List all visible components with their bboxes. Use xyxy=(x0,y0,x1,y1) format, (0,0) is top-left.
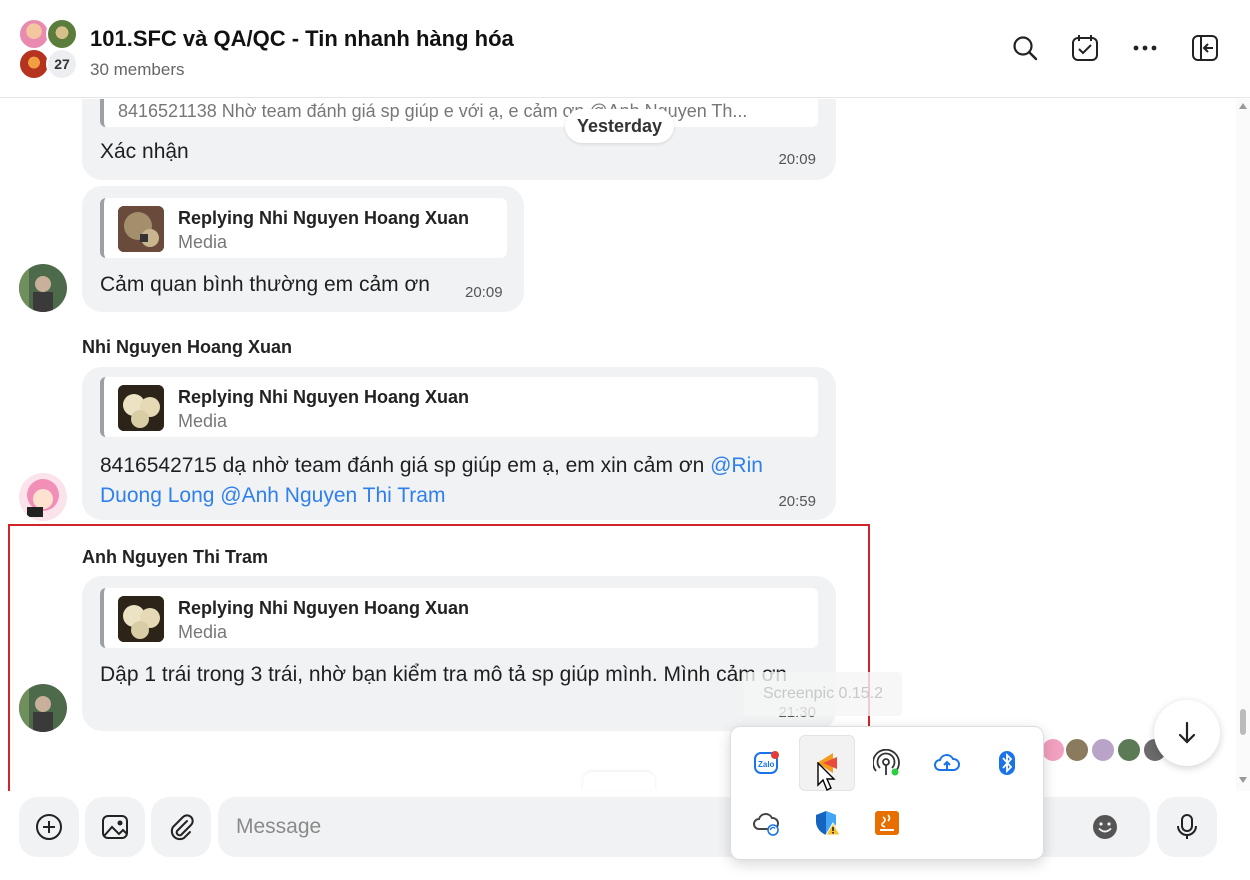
arrow-down-icon xyxy=(1178,721,1196,744)
more-button[interactable] xyxy=(1127,30,1163,66)
seen-avatar xyxy=(1116,737,1142,763)
add-icon xyxy=(36,814,62,840)
reply-quote[interactable]: Replying Nhi Nguyen Hoang Xuan Media xyxy=(100,198,507,258)
app-window: 27 101.SFC và QA/QC - Tin nhanh hàng hóa… xyxy=(0,0,1250,880)
tray-item-onedrive[interactable] xyxy=(739,795,795,851)
toggle-panel-button[interactable] xyxy=(1187,30,1223,66)
scroll-up-arrow[interactable] xyxy=(1239,103,1247,109)
onedrive-sync-icon xyxy=(753,813,779,836)
add-button[interactable] xyxy=(19,797,79,857)
reply-quote[interactable]: Replying Nhi Nguyen Hoang Xuan Media xyxy=(100,377,818,437)
image-button[interactable] xyxy=(85,797,145,857)
voice-button[interactable] xyxy=(1157,797,1217,857)
search-icon xyxy=(1013,36,1038,61)
sender-name[interactable]: Nhi Nguyen Hoang Xuan xyxy=(82,337,292,358)
svg-text:Zalo: Zalo xyxy=(758,760,775,769)
tray-tooltip: Screenpic 0.15.2 xyxy=(744,672,902,716)
search-button[interactable] xyxy=(1007,30,1043,66)
message-time: 20:09 xyxy=(778,151,816,168)
microphone-icon xyxy=(1177,814,1197,839)
emoji-button[interactable] xyxy=(1091,813,1119,841)
scroll-down-arrow[interactable] xyxy=(1239,777,1247,783)
message-text: Dập 1 trái trong 3 trái, nhờ bạn kiểm tr… xyxy=(100,663,788,686)
media-thumbnail xyxy=(118,385,164,431)
system-tray-overflow: Zalo xyxy=(730,726,1044,860)
tray-item-cloud[interactable] xyxy=(919,735,975,791)
quote-subtitle: Media xyxy=(178,232,228,252)
media-thumbnail xyxy=(118,596,164,642)
quote-title: Replying Nhi Nguyen Hoang Xuan xyxy=(178,208,470,228)
java-icon xyxy=(875,811,899,835)
task-icon xyxy=(1072,35,1098,61)
panel-toggle-icon xyxy=(1192,35,1218,61)
bluetooth-icon xyxy=(999,751,1015,775)
composer xyxy=(0,791,1250,880)
chat-title[interactable]: 101.SFC và QA/QC - Tin nhanh hàng hóa xyxy=(90,26,514,52)
reply-quote[interactable]: Replying Nhi Nguyen Hoang Xuan Media xyxy=(100,588,818,648)
member-avatar xyxy=(46,18,78,50)
avatar[interactable] xyxy=(19,473,67,521)
quote-subtitle: Media xyxy=(178,622,228,642)
avatar[interactable] xyxy=(19,684,67,732)
avatar[interactable] xyxy=(19,264,67,312)
message-bubble[interactable]: Replying Nhi Nguyen Hoang Xuan Media Dập… xyxy=(82,576,836,731)
member-count[interactable]: 30 members xyxy=(90,60,184,80)
message-text: 8416542715 dạ nhờ team đánh giá sp giúp … xyxy=(100,451,810,511)
new-message-chip[interactable] xyxy=(583,772,655,790)
attach-button[interactable] xyxy=(151,797,211,857)
quote-title: Replying Nhi Nguyen Hoang Xuan xyxy=(178,387,470,407)
quote-subtitle: Media xyxy=(178,411,228,431)
attach-icon xyxy=(170,814,194,841)
scrollbar[interactable] xyxy=(1236,99,1250,791)
member-count-badge: 27 xyxy=(46,48,78,80)
image-icon xyxy=(102,815,128,839)
message-bubble[interactable]: Replying Nhi Nguyen Hoang Xuan Media 841… xyxy=(82,367,836,520)
mouse-cursor xyxy=(817,761,837,797)
tray-item-security[interactable] xyxy=(799,795,855,851)
security-warning-icon xyxy=(816,811,841,836)
cloud-icon xyxy=(934,754,960,771)
sender-name[interactable]: Anh Nguyen Thi Tram xyxy=(82,547,268,568)
message-bubble[interactable]: 8416521138 Nhờ team đánh giá sp giúp e v… xyxy=(82,99,836,180)
scroll-to-bottom-button[interactable] xyxy=(1154,700,1220,766)
media-thumbnail xyxy=(118,206,164,252)
seen-avatar xyxy=(1064,737,1090,763)
message-body: 8416542715 dạ nhờ team đánh giá sp giúp … xyxy=(100,454,705,477)
hotspot-icon xyxy=(873,749,900,776)
scrollbar-thumb[interactable] xyxy=(1240,709,1246,735)
seen-avatar xyxy=(1090,737,1116,763)
tasks-button[interactable] xyxy=(1067,30,1103,66)
quote-title: Replying Nhi Nguyen Hoang Xuan xyxy=(178,598,470,618)
emoji-icon xyxy=(1093,815,1117,839)
mention-link[interactable]: @Anh Nguyen Thi Tram xyxy=(220,484,445,507)
message-time: 20:59 xyxy=(778,493,816,510)
chat-header: 27 101.SFC và QA/QC - Tin nhanh hàng hóa… xyxy=(0,0,1250,98)
date-separator: Yesterday xyxy=(565,109,675,143)
message-list[interactable]: 8416521138 Nhờ team đánh giá sp giúp e v… xyxy=(0,99,1236,791)
tray-item-java[interactable] xyxy=(859,795,915,851)
message-bubble[interactable]: Replying Nhi Nguyen Hoang Xuan Media Cảm… xyxy=(82,186,524,312)
tray-item-zalo[interactable]: Zalo xyxy=(739,735,795,791)
tray-item-hotspot[interactable] xyxy=(859,735,915,791)
group-avatar[interactable]: 27 xyxy=(16,16,80,80)
zalo-icon: Zalo xyxy=(754,751,779,774)
more-icon xyxy=(1133,45,1157,51)
message-time: 20:09 xyxy=(465,284,503,301)
message-text: Cảm quan bình thường em cảm ơn xyxy=(100,273,430,296)
message-text: Xác nhận xyxy=(100,140,189,163)
tray-item-bluetooth[interactable] xyxy=(979,735,1035,791)
reply-quote[interactable]: 8416521138 Nhờ team đánh giá sp giúp e v… xyxy=(100,99,818,127)
